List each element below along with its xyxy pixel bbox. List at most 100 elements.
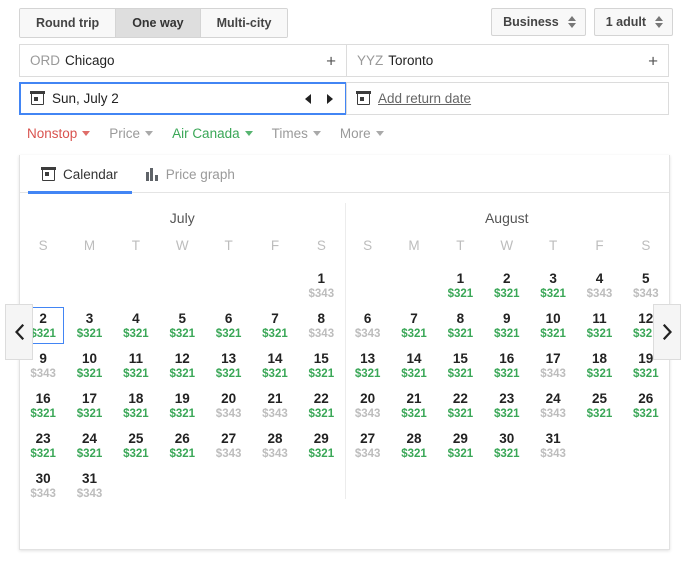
day-cell[interactable]: 20 $343: [205, 387, 251, 427]
day-cell[interactable]: 4 $343: [576, 267, 622, 307]
day-cell[interactable]: 29 $321: [298, 427, 344, 467]
day-cell[interactable]: 25 $321: [576, 387, 622, 427]
day-cell[interactable]: 14 $321: [391, 347, 437, 387]
add-return-date-link[interactable]: Add return date: [378, 91, 471, 106]
day-cell[interactable]: 1 $343: [298, 267, 344, 307]
day-cell[interactable]: 10 $321: [66, 347, 112, 387]
day-cell[interactable]: 29 $321: [437, 427, 483, 467]
add-origin-icon[interactable]: +: [326, 52, 336, 69]
day-cell[interactable]: 11 $321: [576, 307, 622, 347]
trip-type-selector[interactable]: Round trip One way Multi-city: [19, 8, 289, 38]
departure-date-input[interactable]: Sun, July 2: [19, 82, 347, 115]
filter-price[interactable]: Price: [109, 126, 154, 141]
day-cell[interactable]: 6 $321: [205, 307, 251, 347]
day-cell[interactable]: 21 $321: [391, 387, 437, 427]
day-cell[interactable]: 23 $321: [484, 387, 530, 427]
day-cell[interactable]: 24 $343: [530, 387, 576, 427]
day-cell[interactable]: 17 $321: [66, 387, 112, 427]
month-july: July S M T W T F S 1 $343 2 $321 3 $321 4 $321 5 $321 6 $32…: [20, 207, 345, 507]
passenger-count-select[interactable]: 1 adult: [593, 8, 673, 36]
filter-nonstop[interactable]: Nonstop: [27, 126, 91, 141]
day-cell[interactable]: 17 $343: [530, 347, 576, 387]
add-destination-icon[interactable]: +: [648, 52, 658, 69]
day-cell[interactable]: 19 $321: [159, 387, 205, 427]
day-cell-inner: 6 $321: [208, 307, 250, 344]
trip-type-one-way[interactable]: One way: [116, 9, 201, 37]
trip-type-multi-city[interactable]: Multi-city: [200, 9, 288, 37]
tab-calendar[interactable]: Calendar: [28, 155, 132, 194]
day-cell[interactable]: 18 $321: [576, 347, 622, 387]
day-number: 23: [35, 431, 51, 446]
next-day-arrow[interactable]: [327, 93, 333, 104]
day-cell[interactable]: 5 $321: [159, 307, 205, 347]
filter-air-canada[interactable]: Air Canada: [172, 126, 253, 141]
day-cell[interactable]: 16 $321: [20, 387, 66, 427]
chevron-left-icon: [14, 324, 24, 340]
day-cell[interactable]: 8 $321: [437, 307, 483, 347]
day-cell[interactable]: 6 $343: [345, 307, 391, 347]
tab-price-graph[interactable]: Price graph: [132, 155, 249, 193]
destination-input[interactable]: YYZ Toronto +: [346, 44, 669, 77]
day-price: $321: [447, 408, 474, 420]
day-cell[interactable]: 4 $321: [113, 307, 159, 347]
next-month-button[interactable]: [653, 304, 681, 360]
day-price: $321: [447, 368, 474, 380]
day-cell[interactable]: 30 $343: [20, 467, 66, 507]
day-cell[interactable]: 22 $321: [298, 387, 344, 427]
weekday-header: M: [408, 238, 420, 253]
day-cell[interactable]: 16 $321: [484, 347, 530, 387]
day-cell[interactable]: 2 $321: [484, 267, 530, 307]
day-cell[interactable]: 5 $343: [623, 267, 669, 307]
day-cell[interactable]: 13 $321: [345, 347, 391, 387]
day-cell[interactable]: 31 $343: [530, 427, 576, 467]
day-cell[interactable]: 20 $343: [345, 387, 391, 427]
day-cell[interactable]: 13 $321: [205, 347, 251, 387]
day-cell[interactable]: 23 $321: [20, 427, 66, 467]
day-number: 6: [363, 311, 372, 326]
day-cell[interactable]: 28 $321: [391, 427, 437, 467]
return-date-input[interactable]: Add return date: [346, 82, 669, 115]
day-cell[interactable]: 22 $321: [437, 387, 483, 427]
day-cell[interactable]: 26 $321: [623, 387, 669, 427]
day-cell[interactable]: 25 $321: [113, 427, 159, 467]
day-cell-inner: 7 $321: [254, 307, 296, 344]
day-cell[interactable]: 21 $343: [252, 387, 298, 427]
origin-input[interactable]: ORD Chicago +: [19, 44, 347, 77]
chevron-down-icon: [82, 131, 91, 136]
chevron-down-icon: [312, 131, 321, 136]
cabin-class-select[interactable]: Business: [491, 8, 586, 36]
weekday-header-row: SMTWTFS: [20, 238, 345, 267]
day-cell[interactable]: 11 $321: [113, 347, 159, 387]
day-cell[interactable]: 1 $321: [437, 267, 483, 307]
day-cell[interactable]: 30 $321: [484, 427, 530, 467]
day-cell[interactable]: 26 $321: [159, 427, 205, 467]
day-cell[interactable]: 9 $321: [484, 307, 530, 347]
filter-more[interactable]: More: [340, 126, 384, 141]
weekday-header: S: [641, 238, 651, 253]
day-cell[interactable]: 28 $343: [252, 427, 298, 467]
day-cell[interactable]: 15 $321: [298, 347, 344, 387]
day-cell[interactable]: 14 $321: [252, 347, 298, 387]
day-price: $321: [586, 328, 613, 340]
day-cell[interactable]: 15 $321: [437, 347, 483, 387]
day-cell[interactable]: 18 $321: [113, 387, 159, 427]
day-price: $321: [123, 408, 149, 420]
filter-times[interactable]: Times: [272, 126, 321, 141]
day-cell[interactable]: 3 $321: [66, 307, 112, 347]
previous-month-button[interactable]: [5, 304, 33, 360]
day-cell[interactable]: 12 $321: [159, 347, 205, 387]
day-number: 9: [39, 351, 47, 366]
day-cell[interactable]: 27 $343: [345, 427, 391, 467]
day-cell[interactable]: 8 $343: [298, 307, 344, 347]
day-cell[interactable]: 10 $321: [530, 307, 576, 347]
day-price: $321: [169, 328, 196, 340]
day-cell[interactable]: 24 $321: [66, 427, 112, 467]
day-cell-inner: 4 $321: [115, 307, 157, 344]
trip-type-round-trip[interactable]: Round trip: [20, 9, 117, 37]
day-cell[interactable]: 7 $321: [391, 307, 437, 347]
day-cell[interactable]: 7 $321: [252, 307, 298, 347]
previous-day-arrow[interactable]: [305, 93, 311, 104]
day-cell[interactable]: 3 $321: [530, 267, 576, 307]
day-cell[interactable]: 27 $343: [205, 427, 251, 467]
day-cell[interactable]: 31 $343: [66, 467, 112, 507]
